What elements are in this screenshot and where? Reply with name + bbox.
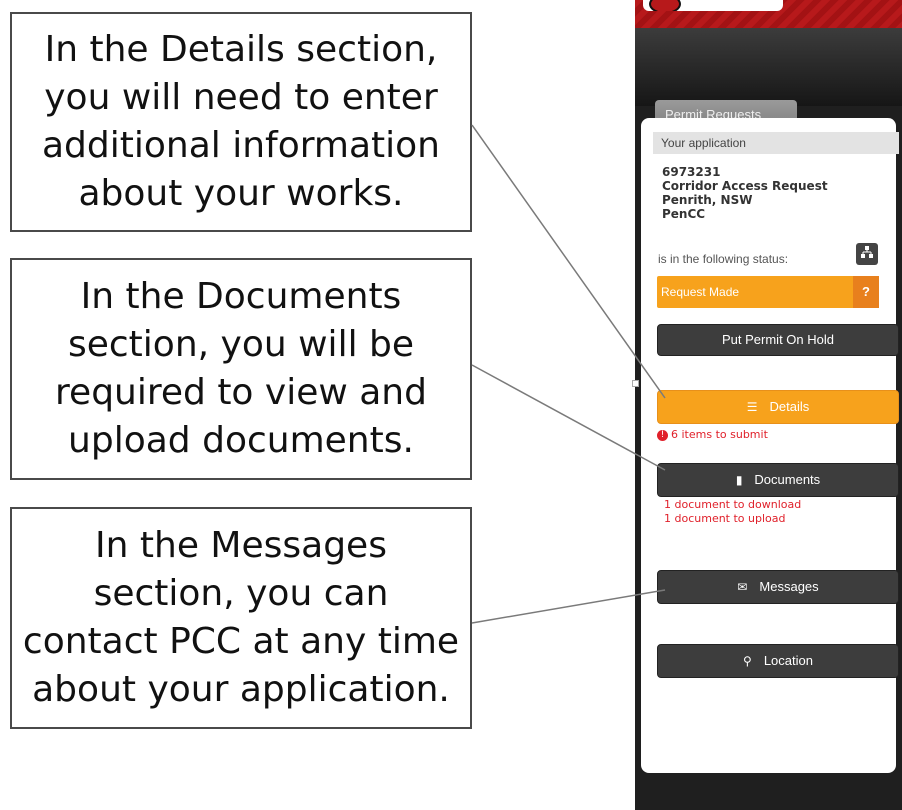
document-icon: ▮ xyxy=(735,473,743,487)
org-chart-glyph xyxy=(861,246,873,258)
status-text: Request Made xyxy=(661,285,740,299)
list-icon: ☰ xyxy=(746,400,758,414)
documents-upload-note: 1 document to upload xyxy=(664,512,786,525)
details-note-text: 6 items to submit xyxy=(671,428,768,441)
details-button-label: Details xyxy=(769,399,810,414)
application-council: PenCC xyxy=(662,207,706,221)
location-button-label: Location xyxy=(763,653,813,668)
application-info: 6973231 Corridor Access Request Penrith,… xyxy=(662,165,828,221)
selection-handle xyxy=(632,380,639,387)
callout-messages: In the Messages section, you can contact… xyxy=(10,507,472,729)
logo-mark-icon xyxy=(649,0,681,11)
callout-details-text: In the Details section, you will need to… xyxy=(41,29,440,214)
application-panel: Your application 6973231 Corridor Access… xyxy=(641,118,899,773)
application-header: Your application xyxy=(653,132,899,154)
application-type: Corridor Access Request xyxy=(662,179,828,193)
location-button[interactable]: ⚲ Location xyxy=(657,644,899,678)
documents-button[interactable]: ▮ Documents xyxy=(657,463,899,497)
details-button[interactable]: ☰ Details xyxy=(657,390,899,424)
callout-messages-text: In the Messages section, you can contact… xyxy=(22,525,460,710)
status-label: is in the following status: xyxy=(658,252,789,266)
map-pin-icon: ⚲ xyxy=(743,654,752,668)
application-location: Penrith, NSW xyxy=(662,193,753,207)
app-header-bar: Permit Requests xyxy=(635,28,902,130)
callout-documents-text: In the Documents section, you will be re… xyxy=(55,276,427,461)
messages-button[interactable]: ✉ Messages xyxy=(657,570,899,604)
put-permit-on-hold-button[interactable]: Put Permit On Hold xyxy=(657,324,899,356)
council-logo xyxy=(643,0,783,11)
status-badge: Request Made ? xyxy=(657,276,879,308)
messages-button-label: Messages xyxy=(759,579,819,594)
application-id: 6973231 xyxy=(662,165,721,179)
hold-button-label: Put Permit On Hold xyxy=(722,332,834,347)
envelope-icon: ✉ xyxy=(737,580,748,594)
documents-download-note: 1 document to download xyxy=(664,498,802,511)
app-header-banner xyxy=(635,0,902,28)
documents-button-label: Documents xyxy=(754,472,821,487)
org-chart-icon[interactable] xyxy=(856,243,878,265)
help-icon[interactable]: ? xyxy=(853,276,879,308)
exclamation-icon: ! xyxy=(657,429,668,441)
callout-documents: In the Documents section, you will be re… xyxy=(10,258,472,480)
app-panel: Permit Requests Your application 6973231… xyxy=(635,0,902,810)
details-note: ! 6 items to submit xyxy=(657,428,768,441)
callout-details: In the Details section, you will need to… xyxy=(10,12,472,232)
